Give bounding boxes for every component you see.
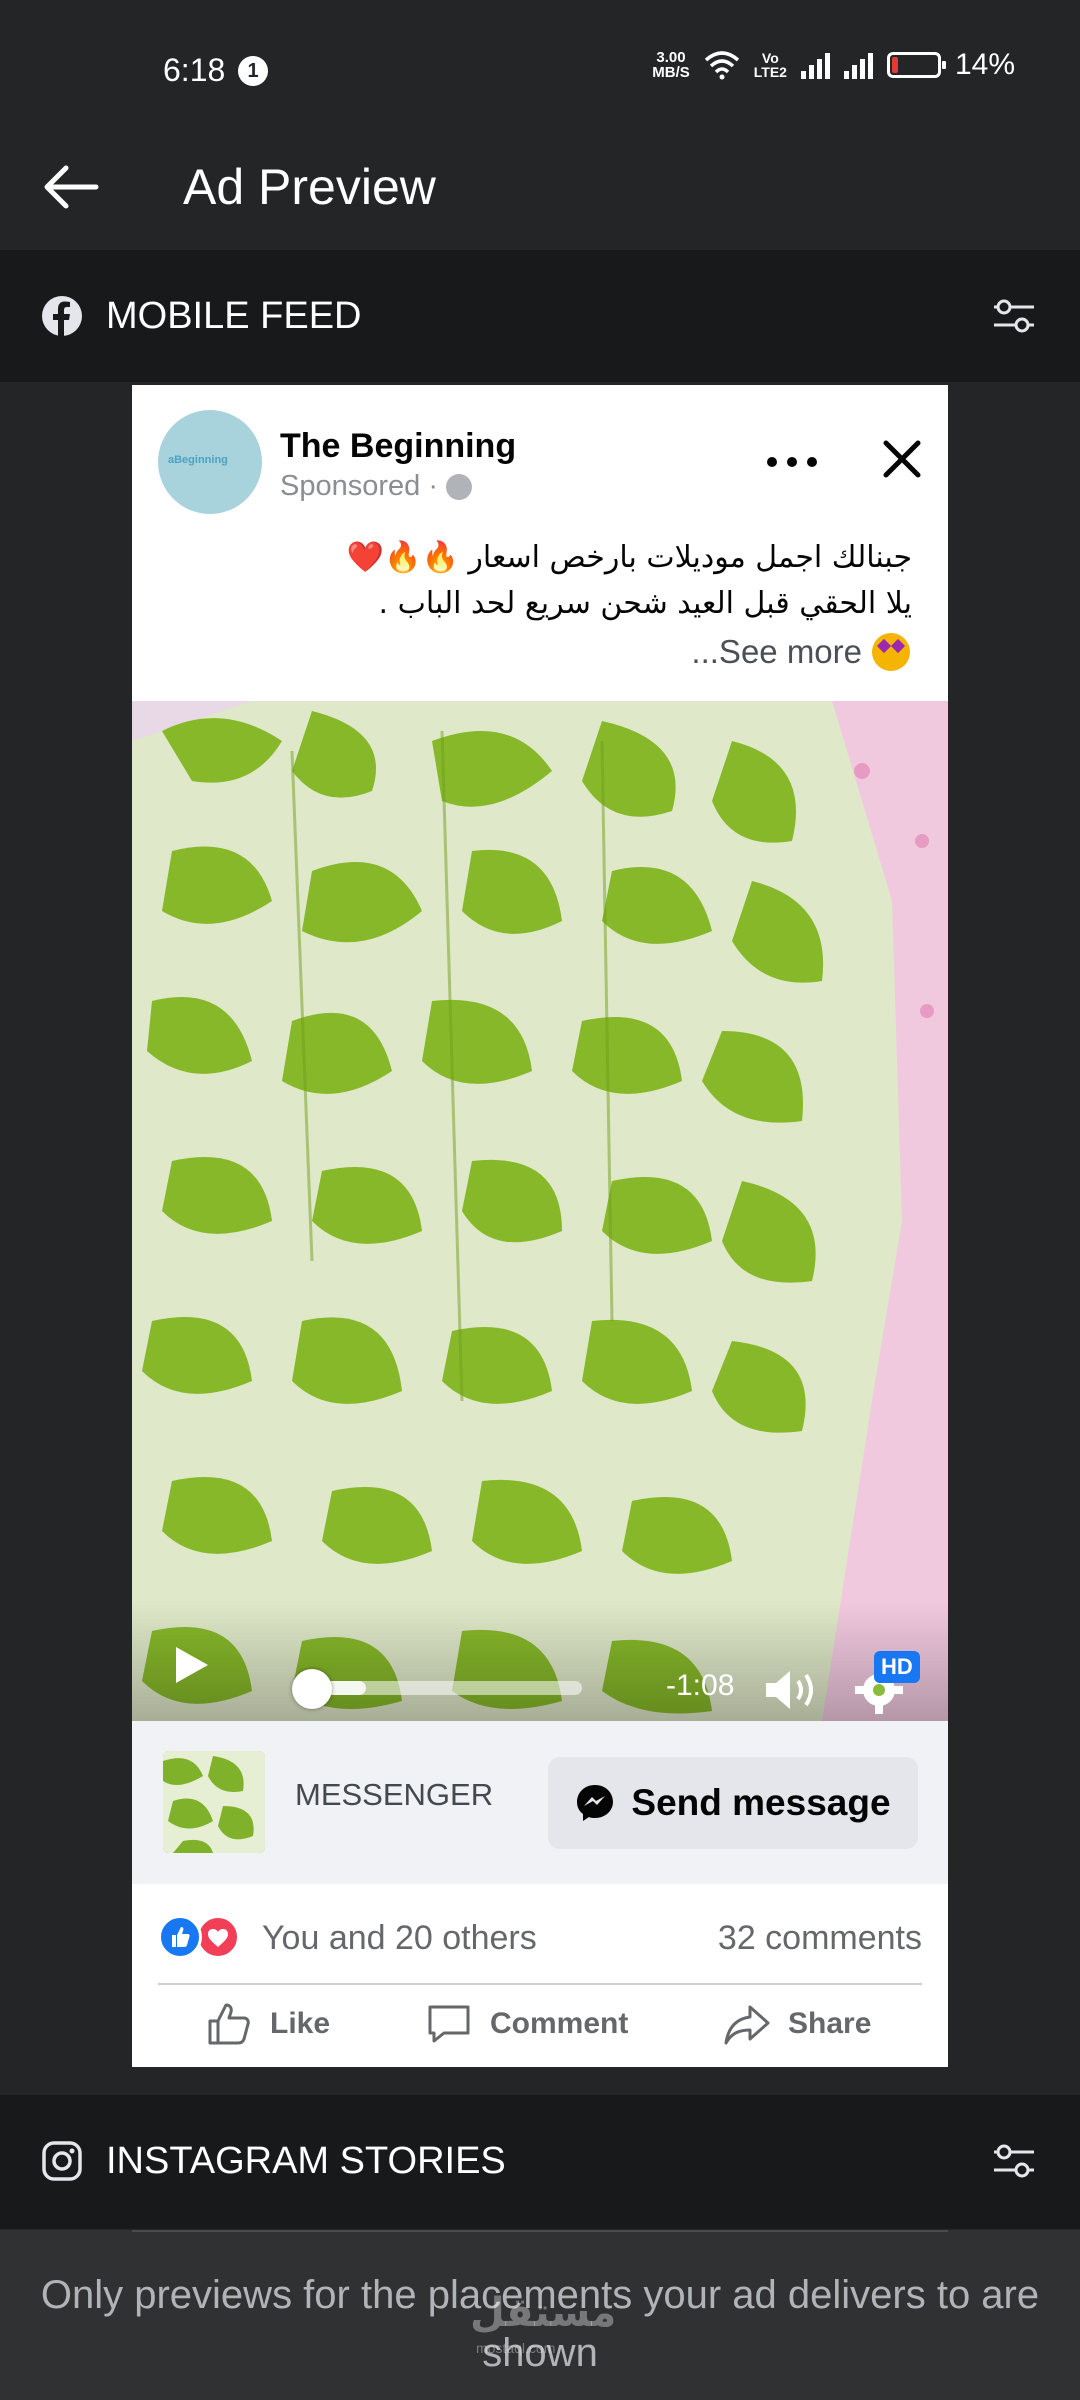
- page-title: Ad Preview: [183, 159, 436, 215]
- ad-preview-card: aBeginning The Beginning Sponsored · جبن…: [132, 385, 948, 2067]
- wifi-icon: [704, 51, 739, 80]
- post-caption: جبنالك اجمل موديلات بارخص اسعار 🔥🔥❤️ يلا…: [172, 535, 912, 627]
- cta-source-label: MESSENGER: [295, 1777, 494, 1812]
- volte-top: Vo: [761, 50, 779, 66]
- share-label: Share: [788, 2007, 872, 2040]
- sponsored-label: Sponsored ·: [280, 470, 472, 503]
- globe-icon: [446, 473, 472, 500]
- status-time: 6:18: [163, 52, 226, 88]
- volte-indicator: Vo LTE2: [754, 51, 787, 79]
- comment-label: Comment: [490, 2007, 629, 2040]
- star-struck-emoji-icon: [872, 633, 910, 671]
- back-arrow-icon[interactable]: [36, 152, 106, 222]
- footer-divider: [132, 2230, 948, 2232]
- adjust-settings-icon[interactable]: [992, 296, 1036, 336]
- reactions-row: You and 20 others 32 comments: [158, 1905, 922, 1965]
- signal-2-icon: [843, 51, 873, 79]
- app-bar: Ad Preview: [0, 130, 1080, 250]
- video-time-remaining: -1:08: [666, 1669, 735, 1702]
- action-bar: Like Comment Share: [132, 1985, 948, 2067]
- messenger-icon: [577, 1785, 614, 1821]
- share-button[interactable]: Share: [722, 1999, 871, 2049]
- page-name[interactable]: The Beginning: [280, 427, 516, 466]
- net-speed: 3.00 MB/S: [652, 50, 690, 80]
- dress-video-frame: [132, 701, 948, 1721]
- instagram-stories-label: INSTAGRAM STORIES: [106, 2140, 506, 2182]
- ad-video[interactable]: -1:08 HD: [132, 701, 948, 1721]
- video-scrubber-handle[interactable]: [292, 1669, 332, 1709]
- instagram-stories-header[interactable]: INSTAGRAM STORIES: [0, 2095, 1080, 2229]
- watermark-sub: mostaql.com: [476, 2340, 556, 2356]
- instagram-icon: [42, 2141, 82, 2181]
- send-message-label: Send message: [631, 1782, 891, 1823]
- volume-icon[interactable]: [762, 1665, 822, 1715]
- video-progress-track[interactable]: [312, 1681, 582, 1695]
- love-reaction-icon: [196, 1915, 240, 1959]
- send-message-button[interactable]: Send message: [548, 1757, 918, 1849]
- status-bar: 6:18 1 3.00 MB/S Vo LTE2 14%: [0, 0, 1080, 140]
- status-indicators: 3.00 MB/S Vo LTE2 14%: [652, 48, 1015, 82]
- watermark: مستقل: [470, 2290, 617, 2336]
- reaction-icons[interactable]: [158, 1915, 240, 1959]
- see-more-row: ...See more: [691, 633, 910, 671]
- comment-button[interactable]: Comment: [424, 1999, 628, 2049]
- caption-line-2: يلا الحقي قبل العيد شحن سريع لحد الباب .: [378, 586, 912, 621]
- see-more-link[interactable]: ...See more: [691, 633, 862, 671]
- reactions-summary[interactable]: You and 20 others: [262, 1919, 537, 1958]
- cta-bar: MESSENGER Send message: [132, 1721, 948, 1884]
- battery-icon: [886, 52, 946, 78]
- caption-line-1: جبنالك اجمل موديلات بارخص اسعار 🔥🔥❤️: [346, 540, 912, 575]
- battery-fill: [891, 57, 898, 73]
- video-controls: -1:08 HD: [132, 1601, 948, 1721]
- adjust-settings-icon[interactable]: [992, 2141, 1036, 2181]
- like-label: Like: [270, 2007, 331, 2040]
- thumbnail-image: [163, 1751, 265, 1853]
- volte-bottom: LTE2: [753, 64, 787, 80]
- net-speed-value: 3.00: [656, 49, 686, 66]
- notification-badge: 1: [238, 56, 268, 86]
- comments-count[interactable]: 32 comments: [718, 1919, 922, 1958]
- hd-badge: HD: [874, 1651, 920, 1683]
- comment-icon: [428, 2005, 470, 2043]
- net-speed-unit: MB/S: [652, 64, 690, 81]
- like-reaction-icon: [158, 1915, 202, 1959]
- like-button[interactable]: Like: [204, 1999, 330, 2049]
- mobile-feed-label: MOBILE FEED: [106, 295, 362, 337]
- mobile-feed-header[interactable]: MOBILE FEED: [0, 250, 1080, 382]
- play-icon[interactable]: [172, 1643, 212, 1687]
- close-icon[interactable]: [880, 437, 924, 481]
- battery-percent: 14%: [954, 48, 1015, 81]
- thumbs-up-icon: [208, 2003, 250, 2045]
- more-options-icon[interactable]: [762, 447, 822, 477]
- sponsored-text: Sponsored ·: [280, 470, 438, 502]
- page-avatar[interactable]: aBeginning: [158, 410, 262, 514]
- signal-1-icon: [800, 51, 830, 79]
- share-icon: [724, 2005, 770, 2045]
- cta-thumbnail: [163, 1751, 265, 1853]
- facebook-icon: [42, 296, 82, 336]
- avatar-logo-text: aBeginning: [168, 454, 228, 466]
